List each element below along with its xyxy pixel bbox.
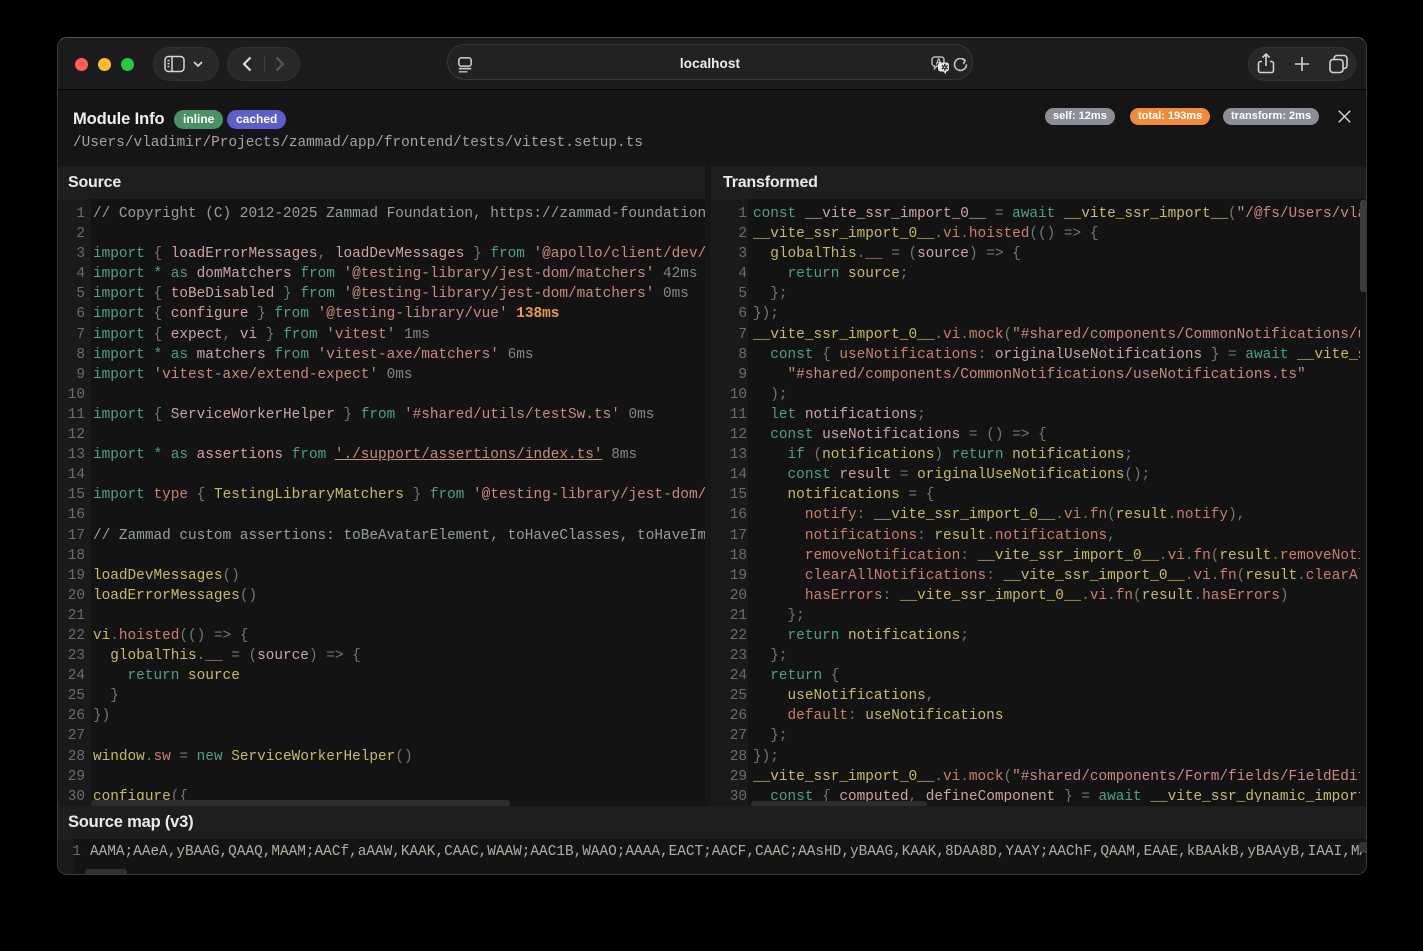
svg-text:✲: ✲ [941,62,949,72]
